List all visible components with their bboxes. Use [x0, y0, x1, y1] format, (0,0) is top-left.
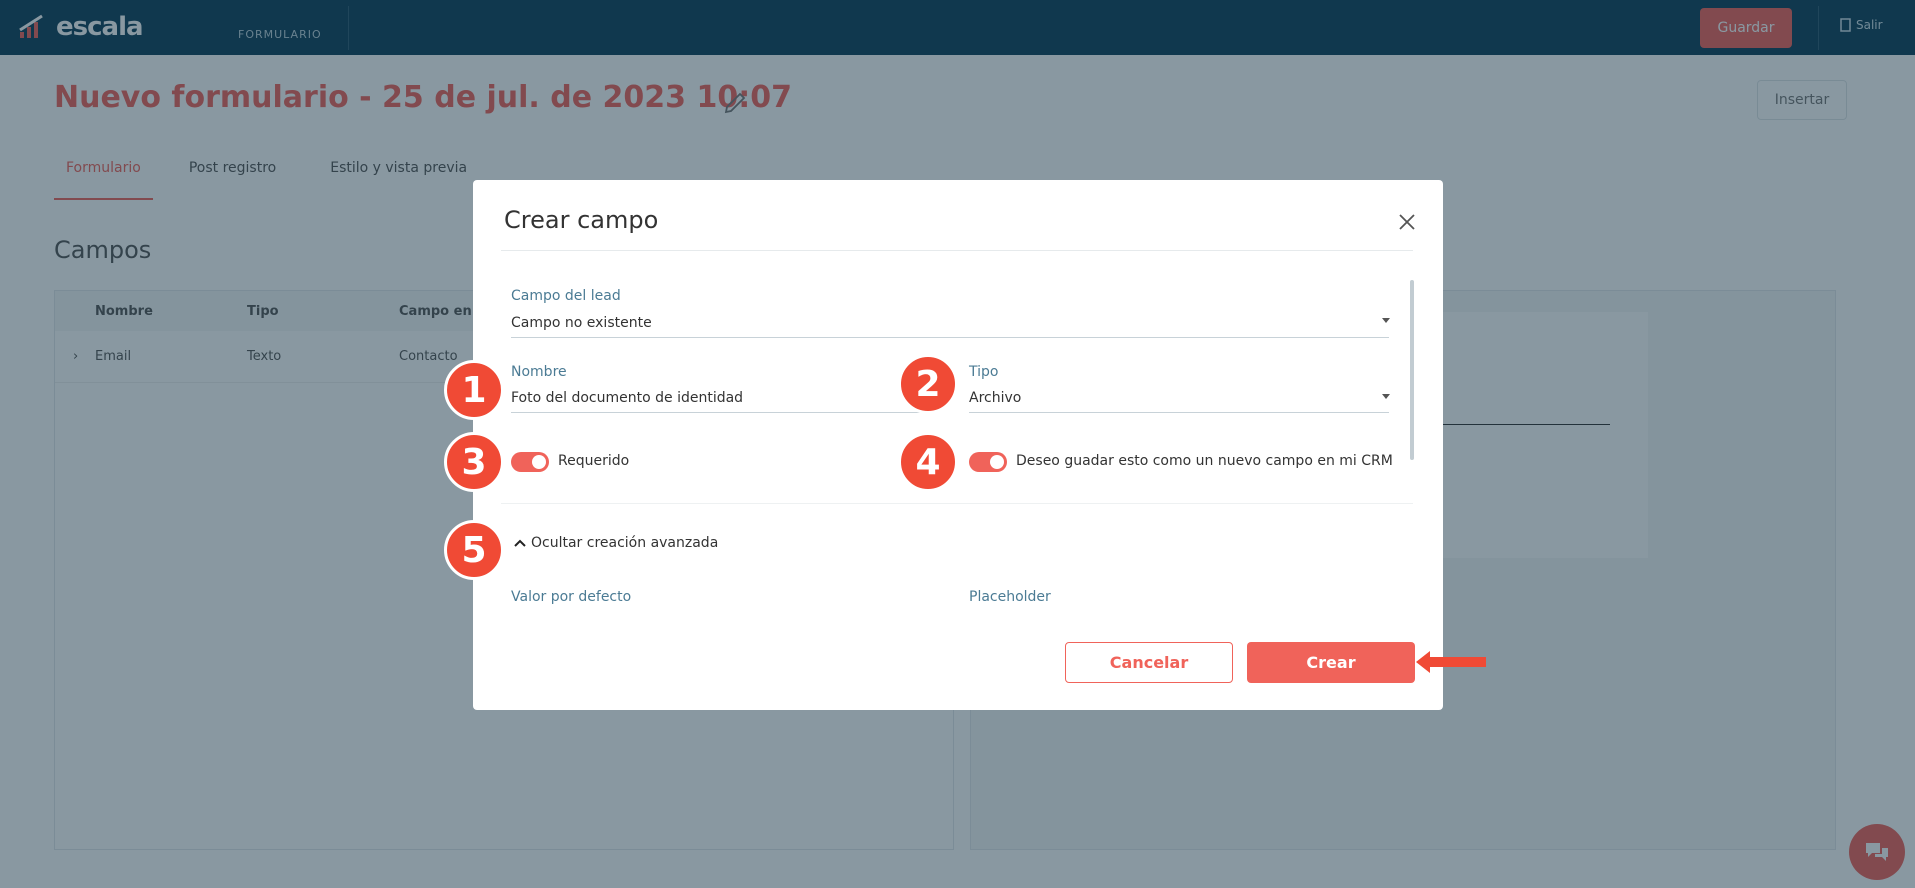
required-label: Requerido — [558, 453, 630, 469]
divider — [501, 503, 1413, 504]
field-underline — [511, 412, 935, 413]
default-value-label: Valor por defecto — [511, 589, 632, 605]
cancel-button[interactable]: Cancelar — [1065, 642, 1233, 683]
placeholder-label: Placeholder — [969, 589, 1051, 605]
create-field-dialog: Crear campo Campo del lead Campo no exis… — [473, 180, 1443, 710]
lead-field-label: Campo del lead — [511, 288, 621, 304]
step-badge-2: 2 — [898, 354, 958, 414]
name-field-label: Nombre — [511, 364, 567, 380]
step-badge-4: 4 — [898, 432, 958, 492]
close-icon[interactable] — [1397, 212, 1417, 232]
field-underline — [969, 412, 1389, 413]
crm-label: Deseo guadar esto como un nuevo campo en… — [1016, 453, 1393, 469]
dropdown-caret-icon[interactable] — [1382, 394, 1390, 399]
crm-toggle[interactable] — [969, 452, 1007, 472]
advanced-toggle[interactable]: Ocultar creación avanzada — [513, 535, 718, 551]
toggle-knob — [990, 455, 1004, 469]
advanced-toggle-label: Ocultar creación avanzada — [531, 535, 719, 551]
chevron-up-icon — [514, 539, 526, 547]
create-button[interactable]: Crear — [1247, 642, 1415, 683]
scrollbar[interactable] — [1410, 280, 1414, 460]
lead-field-select[interactable]: Campo no existente — [511, 315, 652, 331]
type-field-label: Tipo — [969, 364, 999, 380]
step-badge-5: 5 — [444, 520, 504, 580]
name-input[interactable]: Foto del documento de identidad — [511, 390, 743, 406]
type-select[interactable]: Archivo — [969, 390, 1021, 406]
arrow-left-icon — [1416, 651, 1486, 673]
divider — [501, 250, 1413, 251]
toggle-knob — [532, 455, 546, 469]
step-badge-3: 3 — [444, 432, 504, 492]
step-badge-1: 1 — [444, 360, 504, 420]
dialog-title: Crear campo — [504, 206, 659, 234]
dropdown-caret-icon[interactable] — [1382, 318, 1390, 323]
field-underline — [511, 337, 1389, 338]
required-toggle[interactable] — [511, 452, 549, 472]
